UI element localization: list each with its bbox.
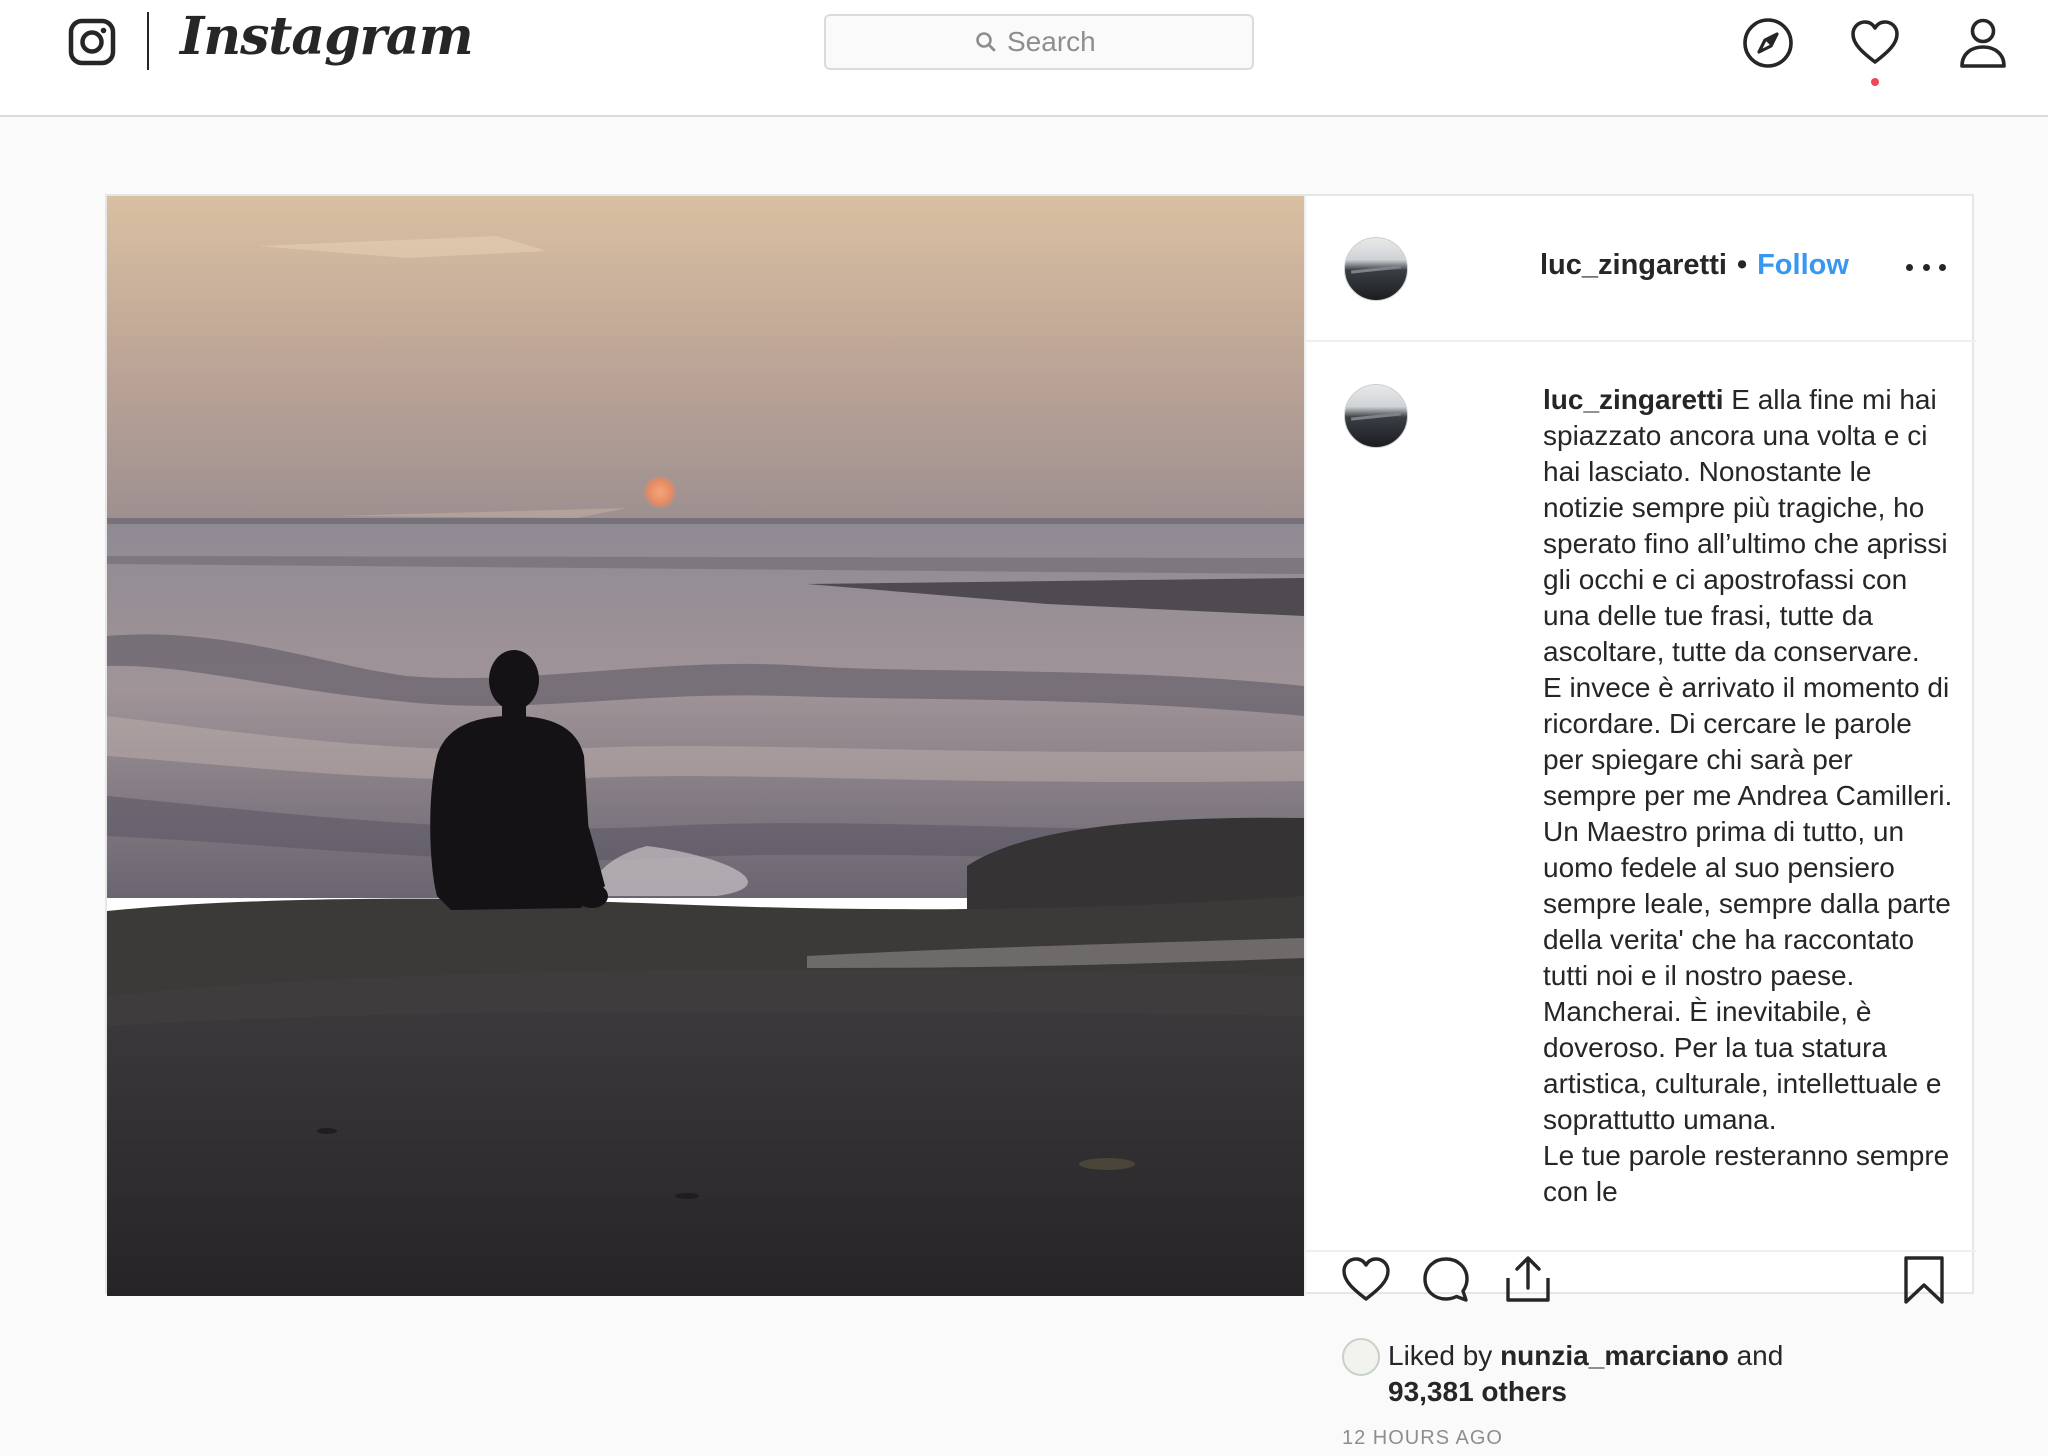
comment-bubble-icon[interactable] [1420, 1254, 1472, 1306]
caption-username[interactable]: luc_zingaretti [1543, 384, 1723, 415]
post-actions [1306, 1254, 1976, 1314]
avatar[interactable] [1344, 237, 1408, 301]
heart-icon[interactable] [1848, 16, 1902, 70]
sunset-beach-photo [107, 196, 1304, 1296]
post-card: luc_zingaretti • Follow luc_zingaretti E… [105, 194, 1976, 1449]
post-caption: luc_zingaretti E alla fine mi hai spiazz… [1543, 382, 1953, 1210]
compass-icon[interactable] [1741, 16, 1795, 70]
post-sidebar: luc_zingaretti • Follow luc_zingaretti E… [1304, 196, 1976, 1449]
liked-by-user-link[interactable]: nunzia_marciano [1500, 1340, 1729, 1371]
search-icon [976, 32, 996, 52]
comments-section[interactable]: luc_zingaretti E alla fine mi hai spiazz… [1306, 344, 1976, 1252]
separator-dot: • [1736, 249, 1748, 281]
liker-avatar[interactable] [1342, 1338, 1380, 1376]
instagram-camera-icon[interactable] [68, 18, 116, 66]
heart-outline-icon[interactable] [1340, 1254, 1392, 1306]
logo-divider [147, 12, 149, 70]
caption-text-3: Mancherai. È inevitabile, è doveroso. Pe… [1543, 996, 1942, 1135]
bookmark-icon[interactable] [1898, 1254, 1950, 1306]
share-icon[interactable] [1502, 1254, 1554, 1306]
follow-button[interactable]: Follow [1757, 249, 1849, 282]
caption-text-2: E invece è arrivato il momento di ricord… [1543, 672, 1953, 991]
search-box[interactable] [824, 14, 1254, 70]
instagram-wordmark[interactable]: Instagram [180, 6, 474, 67]
likes-count-link[interactable]: 93,381 others [1388, 1374, 1783, 1410]
person-icon[interactable] [1956, 16, 2010, 70]
avatar[interactable] [1344, 384, 1408, 448]
search-input[interactable] [1007, 26, 1103, 58]
liked-by-prefix: Liked by [1388, 1340, 1493, 1371]
liked-by-and: and [1736, 1340, 1784, 1371]
caption-text-1: E alla fine mi hai spiazzato ancora una … [1543, 384, 1948, 667]
likes-section: Liked by nunzia_marciano and 93,381 othe… [1342, 1338, 1962, 1456]
post-username[interactable]: luc_zingaretti [1540, 249, 1727, 282]
top-navigation-bar: Instagram [0, 0, 2048, 117]
caption-text-4: Le tue parole resteranno sempre con le [1543, 1140, 1950, 1207]
post-photo[interactable] [107, 196, 1304, 1296]
post-header: luc_zingaretti • Follow [1306, 196, 1976, 342]
post-timestamp[interactable]: 12 HOURS AGO [1342, 1420, 1962, 1456]
more-options-icon[interactable] [1906, 252, 1946, 282]
notification-dot [1871, 78, 1879, 86]
post-header-line: luc_zingaretti • Follow [1540, 249, 1849, 282]
